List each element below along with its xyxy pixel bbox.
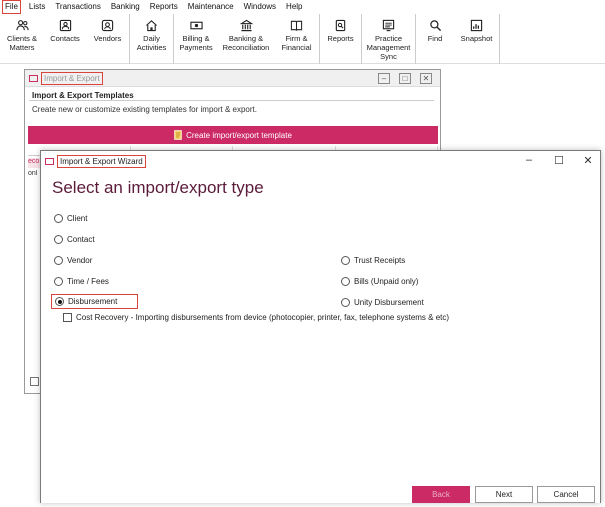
people-icon — [15, 20, 29, 31]
cost-recovery-option[interactable]: Cost Recovery - Importing disbursements … — [63, 313, 449, 322]
cost-recovery-label: Cost Recovery - Importing disbursements … — [76, 313, 450, 322]
toolbar-find[interactable]: Find — [416, 14, 454, 64]
option-trust-receipts[interactable]: Trust Receipts — [341, 256, 405, 265]
radio-button[interactable] — [341, 298, 350, 307]
close-button[interactable]: ✕ — [581, 154, 595, 167]
option-unity-disbursement[interactable]: Unity Disbursement — [341, 298, 424, 307]
toolbar-label: Reports — [327, 34, 354, 43]
vendor-icon — [101, 19, 114, 32]
toolbar-label: Banking & Reconciliation — [222, 34, 270, 52]
menu-file[interactable]: File — [2, 0, 21, 14]
toolbar-label: Firm & Financial — [281, 34, 312, 52]
option-label: Bills (Unpaid only) — [354, 277, 419, 286]
menu-windows[interactable]: Windows — [239, 1, 281, 13]
option-label: Contact — [67, 235, 95, 244]
option-label: Time / Fees — [67, 277, 109, 286]
toolbar-billing-payments[interactable]: Billing & Payments — [174, 14, 218, 64]
toolbar-label: Billing & Payments — [179, 34, 213, 52]
option-vendor[interactable]: Vendor — [54, 256, 92, 265]
home-icon — [146, 20, 157, 32]
option-label: Vendor — [67, 256, 93, 265]
toolbar-label: Snapshot — [460, 34, 493, 43]
radio-button[interactable] — [341, 277, 350, 286]
option-bills-unpaid[interactable]: Bills (Unpaid only) — [341, 277, 418, 286]
new-document-icon — [174, 130, 182, 140]
toolbar-clients-matters[interactable]: Clients & Matters — [0, 14, 44, 64]
bank-icon — [239, 19, 253, 32]
search-icon — [429, 20, 441, 32]
sync-icon — [382, 19, 395, 32]
templates-heading: Import & Export Templates — [32, 91, 134, 100]
radio-button[interactable] — [54, 277, 63, 286]
option-label: Client — [67, 214, 88, 223]
option-client[interactable]: Client — [54, 214, 87, 223]
radio-button[interactable] — [54, 235, 63, 244]
menu-lists[interactable]: Lists — [24, 1, 50, 13]
money-icon — [189, 21, 203, 30]
back-button[interactable]: Back — [412, 486, 470, 503]
import-export-wizard-dialog: Import & Export Wizard – ☐ ✕ Select an i… — [40, 150, 601, 503]
option-time-fees[interactable]: Time / Fees — [54, 277, 109, 286]
minimize-button[interactable]: – — [522, 154, 536, 166]
option-label: Disbursement — [68, 297, 118, 306]
wizard-title: Import & Export Wizard — [57, 154, 146, 168]
minimize-button[interactable]: – — [378, 73, 390, 84]
create-template-label: Create import/export template — [186, 130, 292, 140]
menu-help[interactable]: Help — [281, 1, 307, 13]
maximize-button[interactable]: ☐ — [552, 154, 566, 167]
window-app-icon — [29, 74, 38, 82]
toolbar-label: Clients & Matters — [6, 34, 37, 52]
templates-description: Create new or customize existing templat… — [32, 105, 257, 114]
option-label: Unity Disbursement — [354, 298, 424, 307]
toolbar-label: Daily Activities — [136, 34, 167, 52]
menu-banking[interactable]: Banking — [106, 1, 145, 13]
maximize-button[interactable]: □ — [399, 73, 411, 84]
option-label: Trust Receipts — [354, 256, 406, 265]
menu-transactions[interactable]: Transactions — [50, 1, 106, 13]
toolbar-practice-management-sync[interactable]: Practice Management Sync — [362, 14, 416, 64]
toolbar-label: Find — [427, 34, 443, 43]
toolbar-label: Vendors — [93, 34, 122, 43]
contact-card-icon — [59, 19, 71, 32]
wizard-titlebar: Import & Export Wizard — [41, 151, 600, 171]
chart-icon — [470, 19, 483, 32]
main-toolbar: Clients & Matters Contacts Vendors Daily… — [0, 14, 605, 64]
radio-button[interactable] — [341, 256, 350, 265]
radio-button-selected[interactable] — [55, 297, 64, 306]
menu-reports[interactable]: Reports — [145, 1, 183, 13]
radio-button[interactable] — [54, 256, 63, 265]
menu-maintenance[interactable]: Maintenance — [183, 1, 239, 13]
cost-recovery-checkbox[interactable] — [63, 313, 72, 322]
toolbar-label: Practice Management Sync — [366, 34, 411, 61]
toolbar-snapshot[interactable]: Snapshot — [454, 14, 500, 64]
option-contact[interactable]: Contact — [54, 235, 95, 244]
toolbar-daily-activities[interactable]: Daily Activities — [130, 14, 174, 64]
toolbar-contacts[interactable]: Contacts — [44, 14, 86, 64]
cancel-button[interactable]: Cancel — [537, 486, 595, 503]
create-template-button[interactable]: Create import/export template — [28, 126, 438, 144]
menu-bar: File Lists Transactions Banking Reports … — [0, 0, 605, 14]
toolbar-firm-financial[interactable]: Firm & Financial — [274, 14, 320, 64]
next-button[interactable]: Next — [475, 486, 533, 503]
divider — [29, 100, 434, 101]
radio-button[interactable] — [54, 214, 63, 223]
book-icon — [290, 20, 303, 31]
toolbar-reports[interactable]: Reports — [320, 14, 362, 64]
toolbar-label: Contacts — [50, 34, 80, 43]
toolbar-vendors[interactable]: Vendors — [86, 14, 130, 64]
window-title: Import & Export — [41, 71, 103, 85]
wizard-app-icon — [45, 157, 54, 165]
toolbar-banking-reconciliation[interactable]: Banking & Reconciliation — [218, 14, 274, 64]
report-icon — [335, 19, 346, 32]
option-disbursement[interactable]: Disbursement — [51, 294, 139, 309]
close-button[interactable]: ✕ — [420, 73, 432, 84]
wizard-heading: Select an import/export type — [52, 178, 264, 197]
bottom-checkbox[interactable] — [30, 377, 39, 386]
